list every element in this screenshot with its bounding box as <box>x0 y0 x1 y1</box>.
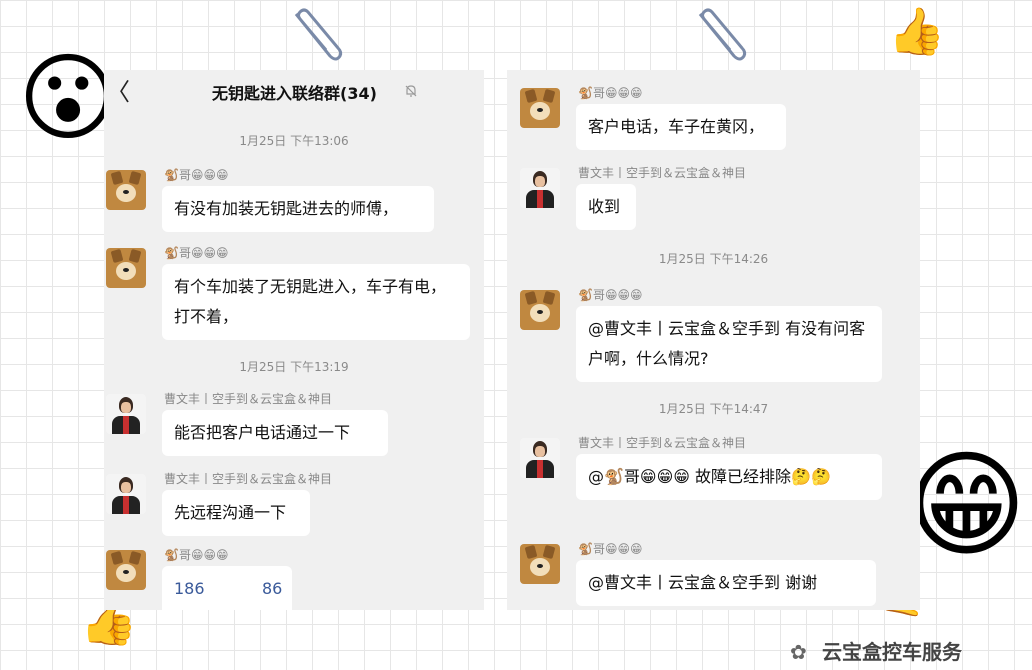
more-options-icon[interactable]: ··· <box>507 76 509 100</box>
person-avatar[interactable] <box>520 168 560 208</box>
message-bubble[interactable]: 客户电话，车子在黄冈， <box>576 104 786 150</box>
timestamp: 1月25日 下午13:19 <box>239 360 349 374</box>
paperclip-left-icon <box>294 8 343 61</box>
group-title: 无钥匙进入联络群(34) <box>212 84 377 103</box>
dog-avatar[interactable] <box>520 290 560 330</box>
timestamp: 1月25日 下午14:26 <box>658 252 769 266</box>
message-bubble[interactable]: 先远程沟通一下 <box>162 490 310 536</box>
sender-name: 曹文丰丨空手到＆云宝盒＆神目 <box>164 392 333 406</box>
dog-avatar[interactable] <box>520 544 560 584</box>
message-bubble[interactable]: 能否把客户电话通过一下 <box>162 410 388 456</box>
dog-avatar[interactable] <box>106 550 146 590</box>
mute-bell-icon <box>405 85 417 97</box>
person-avatar[interactable] <box>520 438 560 478</box>
message-bubble[interactable]: @曹文丰丨云宝盒＆空手到 谢谢 <box>576 560 876 606</box>
sender-name: 🐒哥😁😁😁 <box>164 548 229 562</box>
chat-panel-right: ··· 🐒哥😁😁😁 客户电话，车子在黄冈， 曹文丰丨空手到＆云宝盒＆神目 收到 … <box>507 70 920 610</box>
grinning-face-icon: 😁 <box>906 438 1027 573</box>
message-bubble[interactable]: @🐒哥😁😁😁 故障已经排除🤔🤔 <box>576 454 882 500</box>
sender-name: 🐒哥😁😁😁 <box>578 288 643 302</box>
back-arrow-icon[interactable]: 〈 <box>106 80 130 104</box>
sender-name: 🐒哥😁😁😁 <box>164 246 229 260</box>
message-bubble[interactable]: @曹文丰丨云宝盒＆空手到 有没有问客户啊，什么情况? <box>576 306 882 382</box>
dog-avatar[interactable] <box>520 88 560 128</box>
sender-name: 🐒哥😁😁😁 <box>578 86 643 100</box>
sender-name: 🐒哥😁😁😁 <box>164 168 229 182</box>
person-avatar[interactable] <box>106 474 146 514</box>
sender-name: 🐒哥😁😁😁 <box>578 542 643 556</box>
dog-avatar[interactable] <box>106 170 146 210</box>
message-bubble[interactable]: 186 86 <box>162 566 292 610</box>
dog-avatar[interactable] <box>106 248 146 288</box>
thumbs-up-icon: 👍 <box>888 4 946 58</box>
person-avatar[interactable] <box>106 394 146 434</box>
phone-number-end[interactable]: 86 <box>262 574 282 604</box>
sender-name: 曹文丰丨空手到＆云宝盒＆神目 <box>164 472 333 486</box>
wechat-icon: ✿ <box>790 640 807 664</box>
chat-panel-left: 〈 无钥匙进入联络群(34) 1月25日 下午13:06 🐒哥😁😁😁 有没有加装… <box>104 70 484 610</box>
message-bubble[interactable]: 收到 <box>576 184 636 230</box>
timestamp: 1月25日 下午13:06 <box>239 134 349 148</box>
paperclip-right-icon <box>698 8 747 61</box>
chat-topbar: 〈 无钥匙进入联络群(34) <box>104 70 484 114</box>
watermark-text: 云宝盒控车服务 <box>822 640 962 664</box>
message-bubble[interactable]: 有没有加装无钥匙进去的师傅， <box>162 186 434 232</box>
message-bubble[interactable]: 有个车加装了无钥匙进入，车子有电，打不着， <box>162 264 470 340</box>
phone-number-start[interactable]: 186 <box>174 579 205 598</box>
sender-name: 曹文丰丨空手到＆云宝盒＆神目 <box>578 166 747 180</box>
sender-name: 曹文丰丨空手到＆云宝盒＆神目 <box>578 436 747 450</box>
timestamp: 1月25日 下午14:47 <box>658 402 769 416</box>
